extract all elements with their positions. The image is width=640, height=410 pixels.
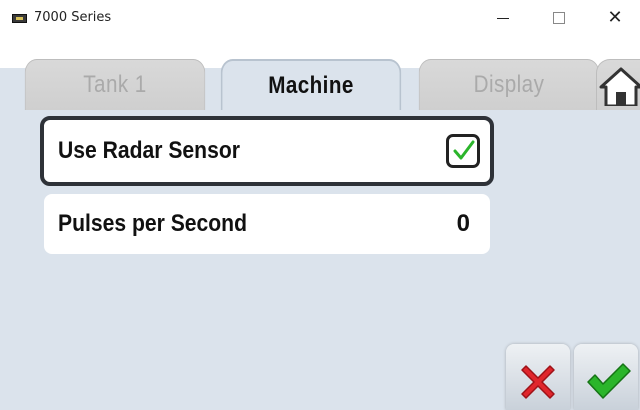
setting-row-pulses-per-second[interactable]: Pulses per Second 0	[44, 194, 490, 254]
tab-machine[interactable]: Machine	[220, 59, 402, 110]
setting-label: Use Radar Sensor	[58, 137, 240, 164]
tab-display[interactable]: Display	[418, 59, 600, 110]
settings-panel: Use Radar Sensor Pulses per Second 0	[0, 110, 640, 410]
red-x-icon	[521, 365, 555, 399]
minimize-icon	[497, 17, 509, 19]
radar-sensor-checkbox[interactable]	[446, 134, 480, 168]
maximize-icon	[553, 12, 565, 24]
tab-home[interactable]	[596, 59, 640, 110]
green-check-icon	[587, 363, 631, 399]
close-icon: ✕	[607, 7, 623, 28]
app-icon	[12, 14, 27, 23]
checkmark-icon	[453, 140, 475, 160]
minimize-button[interactable]	[480, 0, 526, 36]
cancel-button[interactable]	[506, 344, 570, 410]
close-button[interactable]: ✕	[592, 0, 638, 36]
window-title: 7000 Series	[34, 10, 112, 25]
maximize-button[interactable]	[536, 0, 582, 36]
title-bar: 7000 Series ✕	[0, 0, 640, 36]
pulses-value[interactable]: 0	[457, 210, 470, 238]
home-icon	[599, 67, 640, 106]
setting-row-use-radar-sensor[interactable]: Use Radar Sensor	[40, 116, 494, 186]
tab-tank-1[interactable]: Tank 1	[24, 59, 206, 110]
confirm-button[interactable]	[574, 344, 638, 410]
setting-label: Pulses per Second	[58, 210, 247, 237]
